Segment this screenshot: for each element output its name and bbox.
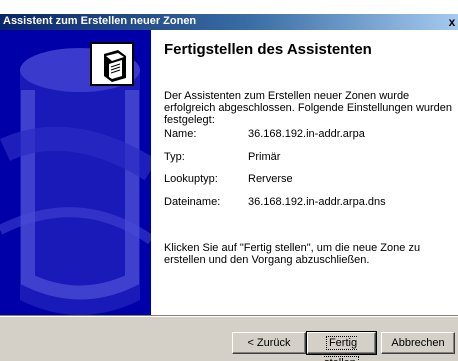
setting-label: Name: (164, 128, 197, 140)
finish-hint-text: Klicken Sie auf "Fertig stellen", um die… (164, 242, 421, 266)
wizard-content: Fertigstellen des Assistenten Der Assist… (151, 30, 458, 315)
wizard-banner (0, 30, 151, 315)
close-button[interactable]: x (446, 15, 458, 29)
intro-text: Der Assistenten zum Erstellen neuer Zone… (164, 90, 453, 126)
button-bar: < Zurück Fertig stellen Abbrechen (0, 317, 458, 361)
back-button[interactable]: < Zurück (232, 332, 306, 354)
setting-label: Typ: (164, 151, 185, 163)
title-bar[interactable]: Assistent zum Erstellen neuer Zonen x (0, 14, 458, 30)
setting-value: 36.168.192.in-addr.arpa (248, 128, 365, 140)
setting-value: Primär (248, 151, 281, 163)
setting-row-name: Name: 36.168.192.in-addr.arpa (164, 128, 458, 141)
setting-value: 36.168.192.in-addr.arpa.dns (248, 196, 386, 208)
setting-row-lookup: Lookuptyp: Rerverse (164, 173, 458, 186)
page-heading: Fertigstellen des Assistenten (164, 41, 372, 58)
window-title: Assistent zum Erstellen neuer Zonen (3, 15, 197, 27)
wizard-banner-graphic (0, 30, 151, 315)
setting-row-type: Typ: Primär (164, 151, 458, 164)
setting-label: Lookuptyp: (164, 173, 218, 185)
server-icon (90, 42, 134, 86)
finish-button-label: Fertig stellen (324, 336, 359, 361)
cancel-button[interactable]: Abbrechen (381, 332, 455, 354)
setting-value: Rerverse (248, 173, 293, 185)
setting-row-filename: Dateiname: 36.168.192.in-addr.arpa.dns (164, 196, 458, 209)
setting-label: Dateiname: (164, 196, 221, 208)
finish-button[interactable]: Fertig stellen (306, 331, 377, 361)
wizard-window: Assistent zum Erstellen neuer Zonen x Fe… (0, 0, 458, 361)
